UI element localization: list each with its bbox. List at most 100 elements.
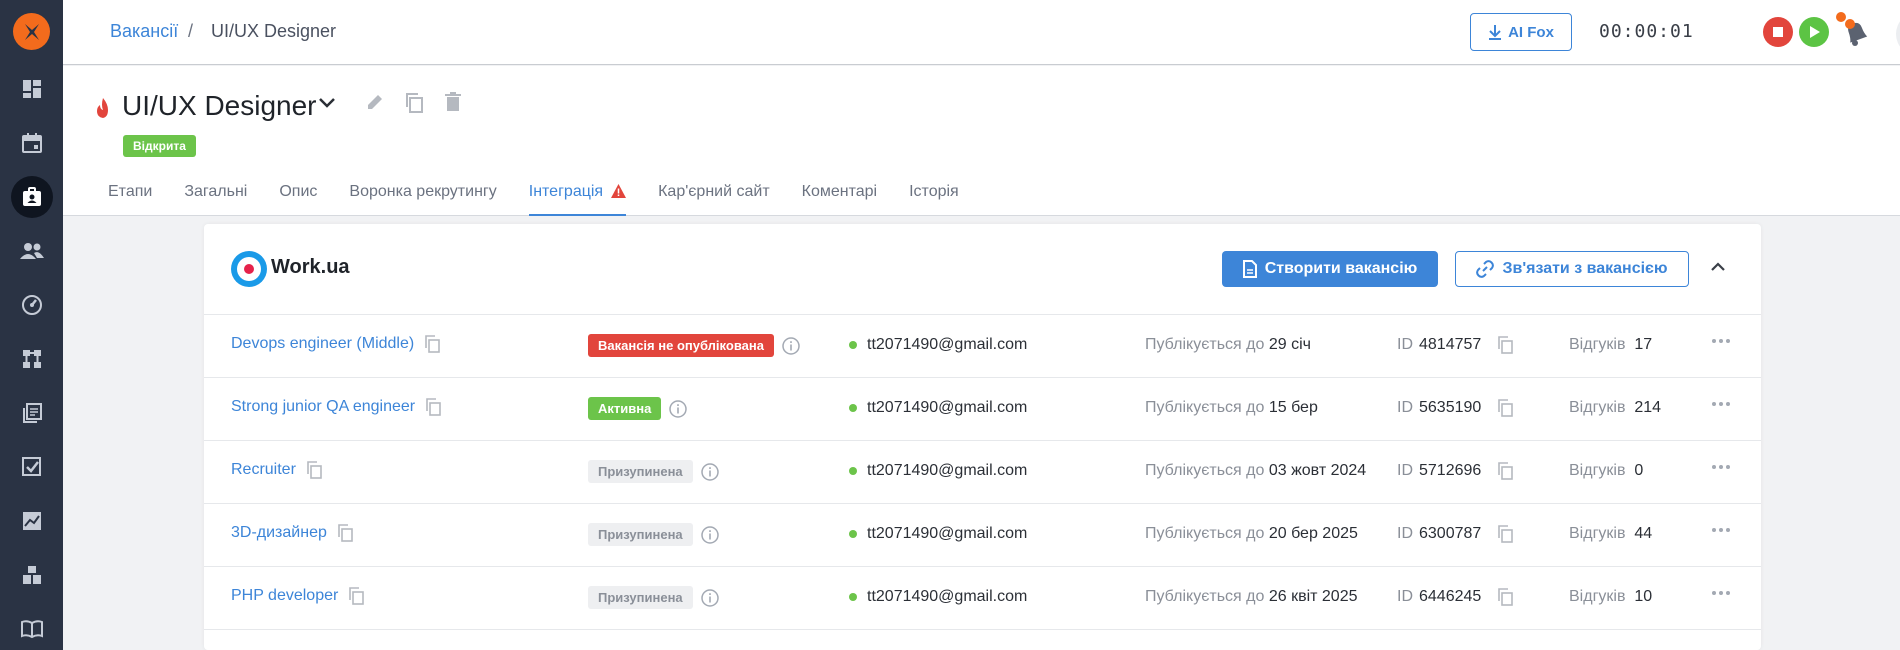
breadcrumb-current: UI/UX Designer [211,21,337,41]
row-more-button[interactable] [1711,464,1731,470]
publish-until-label: Публікується до [1145,462,1265,479]
timer-play-button[interactable] [1799,17,1829,47]
responses-value: 0 [1634,462,1644,479]
row-more-button[interactable] [1711,401,1731,407]
create-vacancy-button[interactable]: Створити вакансію [1222,251,1438,287]
row-responses: Відгуків 17 [1569,336,1652,354]
row-vacancy-link[interactable]: Devops engineer (Middle) [231,335,441,353]
sidebar-item-analytics[interactable] [11,500,53,542]
tab-label: Коментарі [801,183,878,200]
sidebar-item-tasks[interactable] [11,446,53,488]
row-more-button[interactable] [1711,527,1731,533]
account-status-dot [849,404,857,412]
status-info-button[interactable] [782,336,800,355]
row-responses: Відгуків 44 [1569,525,1652,543]
copy-icon [307,461,322,479]
row-status: Вакансія не опублікована [588,334,800,357]
user-avatar[interactable] [1896,12,1900,56]
publish-until-value: 29 січ [1268,336,1311,353]
tab-label: Опис [279,183,318,200]
notifications-button[interactable] [1841,16,1871,48]
fire-icon [97,98,108,118]
row-account: tt2071490@gmail.com [849,462,1027,480]
sidebar-item-book[interactable] [11,608,53,650]
timer-stop-button[interactable] [1763,17,1793,47]
copy-id-button[interactable] [1497,588,1514,606]
sidebar-item-hierarchy[interactable] [11,338,53,380]
id-value: 4814757 [1419,336,1482,353]
tab-integration[interactable]: Інтеграція [528,183,627,216]
delete-icon[interactable] [444,92,462,112]
copy-id-button[interactable] [1497,336,1514,354]
tab-career-site[interactable]: Кар'єрний сайт [658,183,770,216]
row-id: ID 4814757 [1397,336,1514,354]
row-more-button[interactable] [1711,590,1731,596]
fox-logo-icon[interactable] [13,13,50,50]
row-vacancy-link[interactable]: PHP developer [231,587,365,605]
copy-name-button[interactable] [348,587,365,605]
status-info-button[interactable] [700,588,719,607]
id-value: 6446245 [1419,588,1482,605]
row-publish-until: Публікується до 29 січ [1145,336,1311,354]
status-info-button[interactable] [669,399,688,418]
row-vacancy-link[interactable]: Recruiter [231,461,322,479]
link-vacancy-button[interactable]: Зв'язати з вакансією [1455,251,1689,287]
more-options-icon [1712,591,1730,595]
row-more-button[interactable] [1711,338,1731,344]
row-publish-until: Публікується до 03 жовт 2024 [1145,462,1366,480]
sidebar-item-blocks[interactable] [11,554,53,596]
tab-general[interactable]: Загальні [184,183,247,216]
copy-id-button[interactable] [1497,399,1514,417]
tab-history[interactable]: Історія [909,183,959,216]
vacancies-icon [23,187,41,206]
sidebar-item-dashboard[interactable] [11,68,53,110]
hierarchy-icon [23,350,41,368]
row-vacancy-link[interactable]: 3D-дизайнер [231,524,353,542]
copy-name-button[interactable] [424,335,441,353]
row-vacancy-link[interactable]: Strong junior QA engineer [231,398,441,416]
account-status-dot [849,467,857,475]
copy-id-button[interactable] [1497,462,1514,480]
publish-until-label: Публікується до [1145,399,1265,416]
tab-label: Кар'єрний сайт [658,183,770,200]
row-vacancy-name: Recruiter [231,461,296,478]
sidebar-item-vacancies[interactable] [11,176,53,218]
breadcrumb-vacancies-link[interactable]: Вакансії [110,21,178,42]
table-row: 3D-дизайнер Призупинена tt2071490@gmail.co… [204,503,1761,566]
row-vacancy-name: Strong junior QA engineer [231,398,416,415]
tab-stages[interactable]: Етапи [108,183,152,216]
more-options-icon [1712,528,1730,532]
copy-name-button[interactable] [337,524,353,542]
sidebar-item-candidates[interactable] [11,230,53,272]
copy-id-button[interactable] [1497,525,1514,543]
responses-label: Відгуків [1569,399,1626,416]
status-info-button[interactable] [700,462,719,481]
responses-value: 17 [1634,336,1653,353]
chevron-up-icon[interactable] [1710,261,1726,273]
sidebar [0,0,63,650]
copy-icon [1498,588,1514,606]
id-value: 6300787 [1419,525,1482,542]
ai-fox-button[interactable]: AI Fox [1470,13,1572,51]
chevron-down-icon[interactable] [318,96,336,110]
copy-name-button[interactable] [306,461,322,479]
sidebar-item-speedometer[interactable] [11,284,53,326]
status-info-button[interactable] [700,525,719,544]
responses-value: 214 [1634,399,1662,416]
copy-name-button[interactable] [425,398,441,416]
more-options-icon [1712,465,1730,469]
id-value: 5635190 [1419,399,1482,416]
tab-funnel[interactable]: Воронка рекрутингу [349,183,496,216]
sidebar-item-calendar[interactable] [11,122,53,164]
sidebar-item-library[interactable] [11,392,53,434]
copy-icon[interactable] [404,92,424,114]
stop-icon [1773,27,1783,37]
tab-description[interactable]: Опис [279,183,317,216]
tab-comments[interactable]: Коментарі [802,183,877,216]
row-email: tt2071490@gmail.com [867,588,1028,605]
edit-icon[interactable] [365,92,385,112]
row-account: tt2071490@gmail.com [849,336,1027,354]
vacancy-tabs: Етапи Загальні Опис Воронка рекрутингу І… [108,183,991,216]
row-responses: Відгуків 10 [1569,588,1652,606]
play-icon [1810,26,1820,38]
